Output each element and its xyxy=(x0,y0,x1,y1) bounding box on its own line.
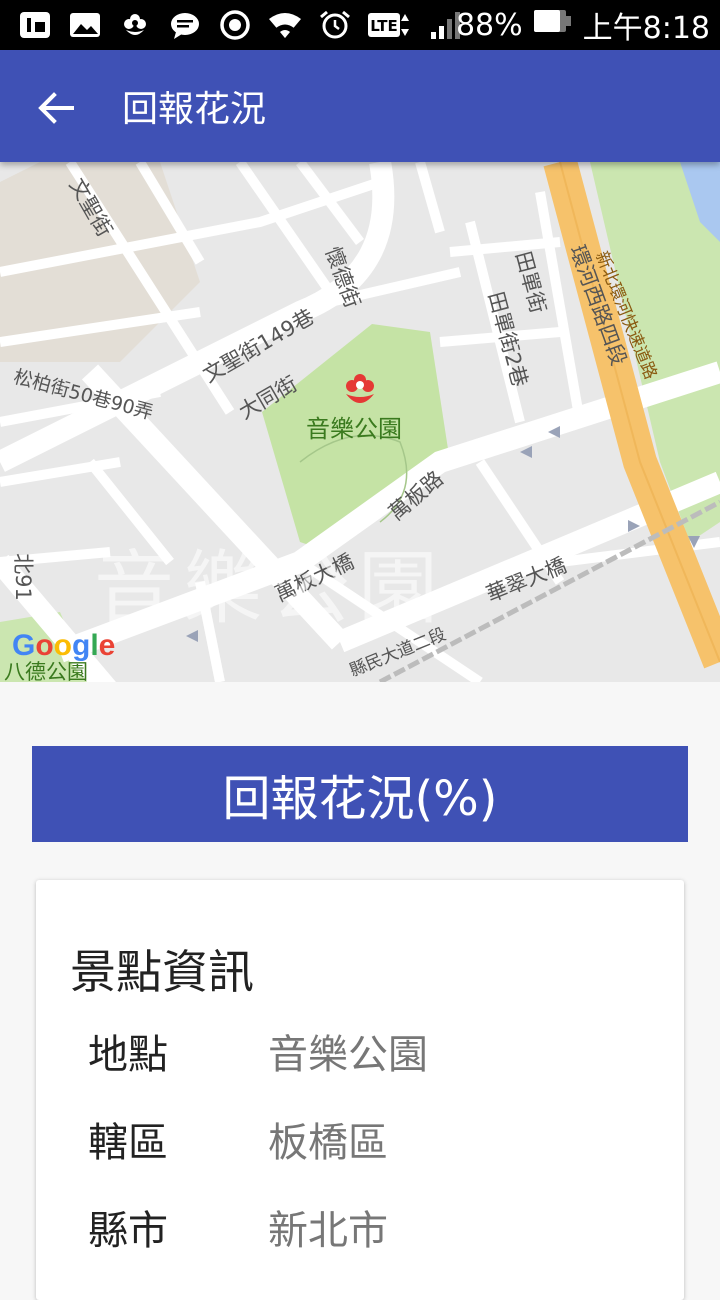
map-watermark: 音樂公園 xyxy=(94,542,446,635)
status-right: 88% 上午8:18 xyxy=(456,0,710,50)
info-card: 景點資訊 地點 音樂公園 轄區 板橋區 縣市 新北市 xyxy=(36,880,684,1300)
back-button[interactable] xyxy=(34,86,78,130)
flower-icon xyxy=(118,10,152,40)
google-logo: Google xyxy=(12,629,116,662)
notification-icons: LTE xyxy=(18,8,462,42)
street-label: 北91 xyxy=(10,553,35,601)
svg-text:LTE: LTE xyxy=(370,17,398,35)
clock: 上午8:18 xyxy=(582,11,710,46)
location-label: 地點 xyxy=(88,1032,168,1078)
app-title: 回報花況 xyxy=(122,89,267,130)
chat-icon xyxy=(168,10,202,40)
lte-icon: LTE xyxy=(368,10,412,40)
district-label: 轄區 xyxy=(88,1120,168,1166)
location-value: 音樂公園 xyxy=(268,1032,428,1078)
app-bar: 回報花況 xyxy=(0,50,720,162)
wifi-icon xyxy=(268,10,302,40)
status-bar: LTE 88% 上午8:18 xyxy=(0,0,720,50)
gallery-icon xyxy=(68,10,102,40)
record-icon xyxy=(218,10,252,40)
arrow-back-icon xyxy=(38,92,74,124)
sim-icon xyxy=(18,10,52,40)
district-value: 板橋區 xyxy=(268,1120,388,1166)
map-view[interactable]: 音樂公園 文聖街 懷德街 田單街 田單街2巷 環河西路四段 新北環河快速道路 文… xyxy=(0,162,720,682)
city-value: 新北市 xyxy=(268,1208,388,1254)
battery-icon xyxy=(533,6,573,44)
city-label: 縣市 xyxy=(88,1208,168,1254)
alarm-icon xyxy=(318,10,352,40)
card-title: 景點資訊 xyxy=(70,945,254,999)
battery-percent: 88% xyxy=(455,7,523,43)
park-marker-icon[interactable] xyxy=(342,368,378,412)
report-bloom-button[interactable]: 回報花況(%) xyxy=(32,746,688,842)
park-label: 音樂公園 xyxy=(306,415,402,443)
